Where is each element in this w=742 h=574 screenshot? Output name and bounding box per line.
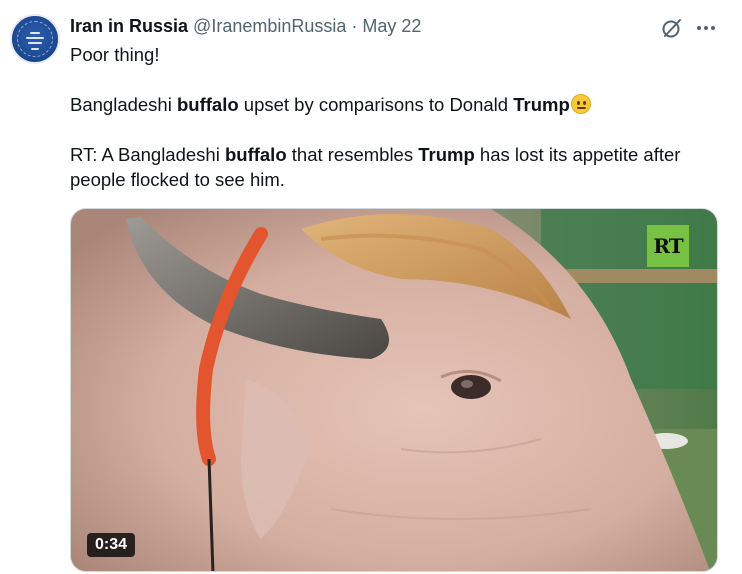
neutral-face-emoji-icon — [570, 94, 591, 114]
video-player[interactable]: RT 0:34 — [70, 208, 718, 572]
more-dot — [697, 26, 701, 30]
separator-dot: · — [351, 16, 358, 36]
text-segment: Bangladeshi — [70, 94, 177, 115]
tweet-text: Poor thing! Bangladeshi buffalo upset by… — [70, 42, 720, 192]
tweet-paragraph-2: Bangladeshi buffalo upset by comparisons… — [70, 92, 720, 117]
bold-keyword: buffalo — [224, 144, 287, 165]
more-options-icon[interactable] — [693, 16, 719, 40]
avatar[interactable] — [10, 14, 60, 64]
bold-keyword: Trump — [418, 144, 475, 165]
bold-keyword: Trump — [513, 94, 570, 115]
more-dot — [711, 26, 715, 30]
text-segment: upset by comparisons to Donald — [238, 94, 514, 115]
tweet-paragraph-3: RT: A Bangladeshi buffalo that resembles… — [70, 142, 720, 192]
hashtag-like-bold: buffalo — [176, 94, 239, 115]
text-segment: that resembles — [286, 144, 419, 165]
author-name[interactable]: Iran in Russia — [70, 16, 188, 37]
tweet-date[interactable]: May 22 — [362, 16, 421, 37]
tweet-line-1: Poor thing! — [70, 42, 720, 67]
tweet[interactable]: Iran in Russia @IranembinRussia · May 22… — [0, 0, 742, 574]
avatar-seal-mark — [30, 32, 40, 34]
tweet-header: Iran in Russia @IranembinRussia · May 22 — [70, 16, 421, 38]
video-duration-badge: 0:34 — [87, 533, 136, 557]
video-thumbnail — [71, 209, 717, 571]
avatar-seal-mark — [26, 37, 44, 39]
avatar-seal-mark — [28, 42, 42, 44]
author-handle[interactable]: @IranembinRussia — [193, 16, 346, 37]
text-segment: Poor thing! — [70, 44, 160, 65]
grok-icon-glyph — [662, 19, 681, 38]
text-segment: RT: A Bangladeshi — [70, 144, 225, 165]
grok-icon[interactable] — [660, 16, 684, 40]
avatar-seal-mark — [31, 48, 39, 50]
more-dot — [704, 26, 708, 30]
rt-watermark-logo: RT — [647, 225, 689, 267]
avatar-seal-ring — [17, 21, 53, 57]
